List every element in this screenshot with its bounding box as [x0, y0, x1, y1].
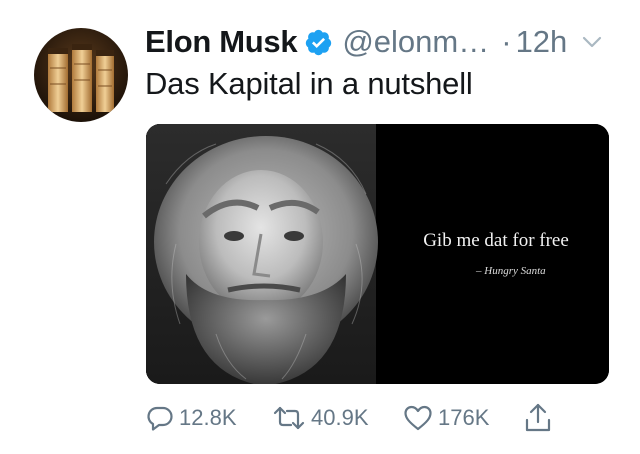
- share-upload-icon: [524, 402, 552, 434]
- tweet-media-image[interactable]: Gib me dat for free – Hungry Santa: [146, 124, 609, 384]
- separator-dot: ·: [501, 24, 512, 59]
- reply-button[interactable]: 12.8K: [146, 398, 237, 438]
- like-button[interactable]: 176K: [403, 398, 489, 438]
- chevron-down-icon[interactable]: [581, 31, 603, 53]
- reply-count: 12.8K: [179, 405, 237, 430]
- author-name[interactable]: Elon Musk: [145, 24, 298, 60]
- tweet-text: Das Kapital in a nutshell: [145, 66, 473, 101]
- verified-badge-icon: [304, 28, 333, 57]
- author-handle[interactable]: @elonm…: [342, 24, 489, 60]
- retweet-arrows-icon: [272, 404, 306, 432]
- meme-attribution: – Hungry Santa: [476, 265, 546, 277]
- tweet-card: Elon Musk @elonm… · 12h Das Kapital in a…: [0, 0, 640, 454]
- tweet-actions: 12.8K 40.9K 176K: [146, 398, 616, 438]
- avatar[interactable]: [34, 28, 128, 122]
- retweet-button[interactable]: 40.9K: [272, 398, 369, 438]
- like-count: 176K: [438, 405, 490, 430]
- share-button[interactable]: [524, 398, 552, 438]
- tweet-header: Elon Musk @elonm… · 12h: [145, 20, 615, 64]
- timestamp[interactable]: 12h: [516, 24, 568, 60]
- meme-quote: Gib me dat for free: [423, 230, 569, 251]
- heart-icon: [403, 404, 433, 432]
- reply-bubble-icon: [146, 404, 174, 432]
- retweet-count: 40.9K: [311, 405, 369, 430]
